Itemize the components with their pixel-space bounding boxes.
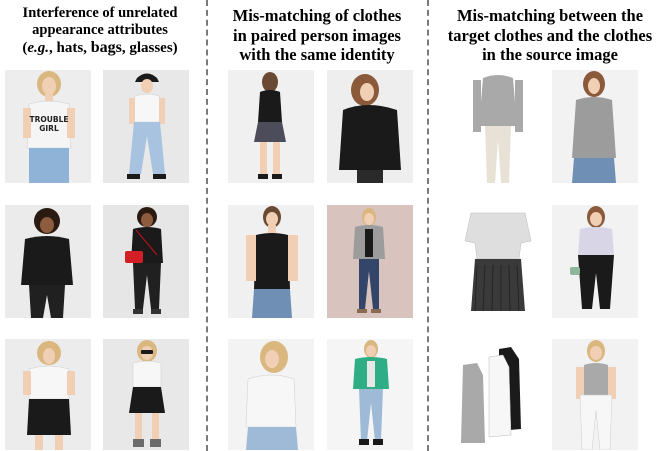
title-line: Mis-matching between the — [456, 6, 644, 25]
title-line: Mis-matching of clothes — [232, 6, 402, 25]
photo-white-tee-black-skirt — [5, 339, 91, 450]
column-title-paired-mismatch: Mis-matching of clothes in paired person… — [212, 6, 422, 65]
photo-sunglasses-white-tee-black-skirt — [103, 339, 189, 450]
photo-blonde-tshirt-jeans: TROUBLE GIRL — [5, 70, 91, 183]
sunglasses-icon — [141, 350, 153, 354]
red-bag-icon — [125, 251, 143, 263]
tshirt-print-line-1: TROUBLE — [30, 115, 69, 124]
photo-blonde-white-tee-ripped-jeans — [228, 339, 314, 450]
title-line: in paired person images — [233, 25, 401, 45]
title-line: appearance attributes — [32, 22, 168, 38]
title-line: in the source image — [482, 45, 618, 64]
photo-target-three-tank-tops — [455, 339, 541, 450]
column-divider-1 — [206, 0, 208, 451]
title-line: with the same identity — [239, 45, 395, 64]
photo-green-bomber-jeans — [327, 339, 413, 450]
photo-target-grey-top-mannequin — [455, 70, 541, 183]
photo-target-grey-top-black-fringe — [455, 205, 541, 318]
photo-black-tank-plaid-skirt-back — [228, 70, 314, 183]
photo-curly-black-outfit-red-bag — [103, 205, 189, 318]
tshirt-print-line-2: GIRL — [39, 124, 59, 133]
column-title-interference: Interference of unrelated appearance att… — [0, 5, 200, 57]
column-title-target-source-mismatch: Mis-matching between the target clothes … — [432, 6, 668, 65]
photo-cap-tshirt-jeans — [103, 70, 189, 183]
green-clutch-icon — [570, 267, 580, 275]
photo-black-jacket — [327, 70, 413, 183]
title-line: Interference of unrelated — [22, 5, 178, 21]
title-line: (e.g., hats, bags, glasses) — [22, 39, 178, 56]
column-divider-2 — [427, 0, 429, 451]
photo-grey-jacket-jeans — [327, 205, 413, 318]
photo-source-grey-tank-white-pants — [552, 339, 638, 450]
photo-source-grey-top — [552, 70, 638, 183]
title-emph-eg: e.g. — [27, 40, 49, 56]
photo-black-tank-jeans — [228, 205, 314, 318]
photo-curly-black-outfit — [5, 205, 91, 318]
title-line: target clothes and the clothes — [447, 25, 653, 45]
photo-source-lavender-top-black-pants — [552, 205, 638, 318]
